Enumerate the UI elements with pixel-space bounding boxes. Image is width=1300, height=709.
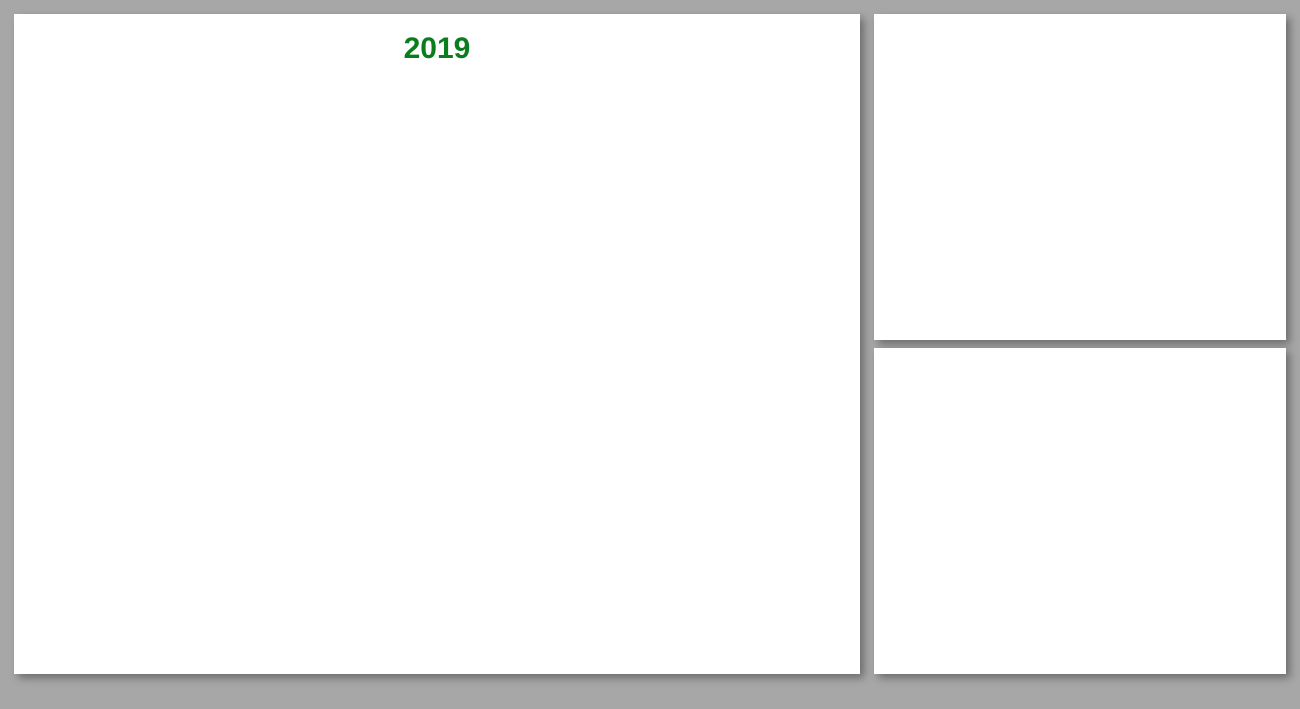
year-title: 2019 — [34, 32, 840, 66]
calendar-card-2020 — [874, 14, 1286, 340]
calendar-card-2021 — [874, 348, 1286, 674]
calendar-card-2019: 2019 — [14, 14, 860, 674]
